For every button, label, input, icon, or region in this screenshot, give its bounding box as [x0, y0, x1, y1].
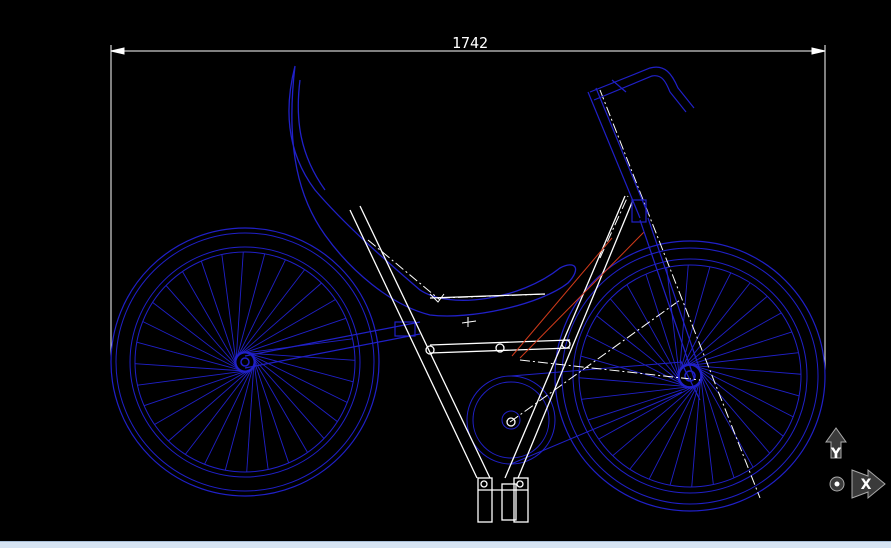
spoke — [699, 369, 714, 485]
spoke — [244, 351, 348, 403]
spoke — [142, 321, 246, 373]
spoke — [252, 356, 269, 470]
rear-wheel-spokes — [134, 251, 356, 473]
spoke — [677, 282, 751, 374]
spoke — [678, 295, 768, 372]
spoke — [629, 378, 703, 470]
spoke — [221, 254, 238, 368]
spoke — [165, 285, 242, 372]
spoke — [612, 380, 702, 457]
spoke — [137, 369, 251, 386]
fork-and-steerer — [587, 66, 703, 401]
annotation-markers — [429, 293, 477, 327]
ucs-y-label: Y — [830, 446, 842, 462]
spoke — [683, 352, 799, 367]
spoke — [692, 363, 784, 437]
spoke — [235, 282, 322, 359]
spoke — [694, 364, 771, 454]
front-wheel-spokes — [578, 264, 802, 488]
spoke — [666, 267, 681, 383]
dimension-label: 1742 — [452, 34, 488, 52]
rear-wheel — [110, 227, 380, 497]
chainring — [466, 361, 683, 465]
rear-swing-arm — [244, 321, 421, 369]
ucs-icon — [825, 427, 886, 500]
recumbent-seat — [288, 65, 577, 317]
spoke — [234, 259, 286, 363]
cad-drawing-canvas[interactable]: 1742 Y X — [0, 0, 891, 547]
spoke — [204, 361, 256, 465]
spoke — [168, 365, 255, 442]
ucs-x-label: X — [861, 477, 872, 493]
